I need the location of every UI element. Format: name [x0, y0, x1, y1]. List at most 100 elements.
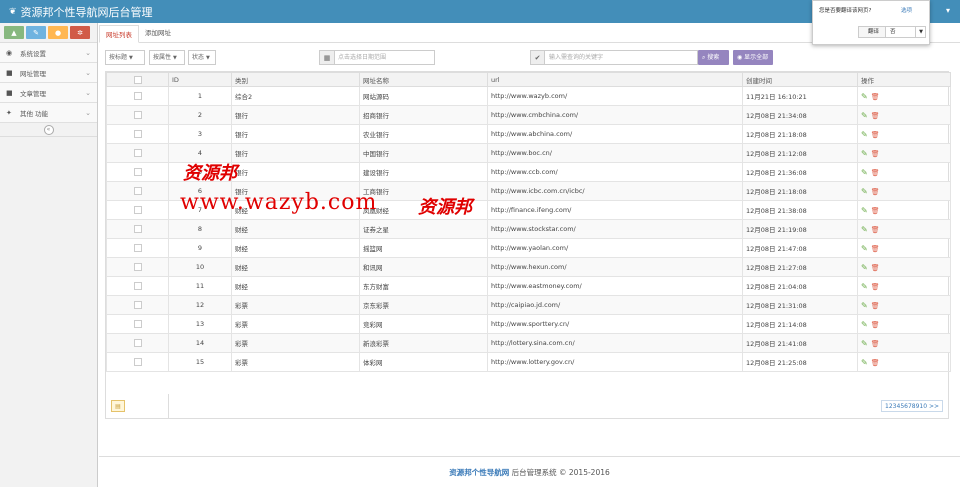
footer-site-name[interactable]: 资源邦个性导航网: [449, 468, 509, 477]
tab-url-list[interactable]: 网址列表: [99, 25, 139, 43]
edit-icon[interactable]: ✎: [861, 225, 868, 234]
trash-icon[interactable]: 🗑: [871, 226, 880, 234]
edit-icon[interactable]: ✎: [861, 282, 868, 291]
cell-created-time: 12月08日 21:38:08: [742, 200, 858, 220]
trash-icon[interactable]: 🗑: [871, 245, 880, 253]
cell-category: 彩票: [231, 295, 360, 315]
calendar-icon: ▦: [320, 51, 335, 64]
translate-options-link[interactable]: 选项: [901, 6, 912, 14]
trash-icon[interactable]: 🗑: [871, 283, 880, 291]
header-created-time[interactable]: 创建时间: [742, 72, 858, 87]
cell-site-name: 证券之星: [359, 219, 488, 239]
cogs-icon[interactable]: ✲: [70, 26, 90, 39]
cell-category: 综合2: [231, 86, 360, 106]
row-checkbox[interactable]: [106, 314, 169, 334]
batch-delete-icon[interactable]: ▤: [111, 400, 125, 412]
table-row: 13 彩票 竞彩网 http://www.sporttery.cn/12月08日 21…: [106, 314, 951, 334]
user-menu-caret[interactable]: ▾: [946, 6, 950, 15]
row-checkbox[interactable]: [106, 162, 169, 182]
row-checkbox[interactable]: [106, 219, 169, 239]
double-left-icon[interactable]: «: [43, 124, 54, 135]
trash-icon[interactable]: 🗑: [871, 340, 880, 348]
translate-no-select[interactable]: 否 ▼: [885, 26, 926, 38]
row-checkbox[interactable]: [106, 257, 169, 277]
row-checkbox[interactable]: [106, 238, 169, 258]
select-value: 状态: [192, 54, 205, 61]
row-checkbox[interactable]: [106, 352, 169, 372]
caret-down-icon: ▼: [129, 55, 133, 61]
trash-icon[interactable]: 🗑: [871, 169, 880, 177]
tab-add-url[interactable]: 添加网址: [139, 24, 177, 42]
pencil-icon[interactable]: ✎: [26, 26, 46, 39]
trash-icon[interactable]: 🗑: [871, 302, 880, 310]
search-button[interactable]: ⌕ 搜索: [698, 50, 729, 65]
cell-id: 14: [168, 333, 232, 353]
cell-url: http://www.lottery.gov.cn/: [487, 352, 743, 372]
title-select[interactable]: 按标题 ▼: [105, 50, 145, 65]
wrench-icon: ✦: [6, 108, 12, 117]
show-all-button[interactable]: ◉ 显示全部: [733, 50, 773, 65]
edit-icon[interactable]: ✎: [861, 263, 868, 272]
cell-site-name: 摇篮网: [359, 238, 488, 258]
table-row: 2 银行 招商银行 http://www.cmbchina.com/12月08日 21…: [106, 105, 951, 125]
edit-icon[interactable]: ✎: [861, 301, 868, 310]
header-url[interactable]: url: [487, 72, 743, 87]
header-id[interactable]: ID: [168, 72, 232, 87]
search-placeholder: 输入需查询的关键字: [549, 54, 604, 61]
trash-icon[interactable]: 🗑: [871, 264, 880, 272]
edit-icon[interactable]: ✎: [861, 358, 868, 367]
trash-icon[interactable]: 🗑: [871, 207, 880, 215]
sidebar-item-article-management[interactable]: ■ 文章管理 ⌄: [0, 83, 97, 103]
attribute-select[interactable]: 按属性 ▼: [149, 50, 185, 65]
header-category[interactable]: 类别: [231, 72, 360, 87]
date-range-input[interactable]: ▦ 点击选择日期范围: [319, 50, 435, 65]
cell-url: http://www.ccb.com/: [487, 162, 743, 182]
date-placeholder: 点击选择日期范围: [338, 54, 387, 61]
row-checkbox[interactable]: [106, 124, 169, 144]
trash-icon[interactable]: 🗑: [871, 188, 880, 196]
status-select[interactable]: 状态 ▼: [188, 50, 216, 65]
sidebar-item-other-features[interactable]: ✦ 其他 功能 ⌄: [0, 103, 97, 123]
filter-bar: 按标题 ▼ 按属性 ▼ 状态 ▼ ▦ 点击选择日期范围 ✔ 输入需查询的关键字 ⌕ 搜…: [105, 50, 960, 66]
edit-icon[interactable]: ✎: [861, 130, 868, 139]
keyword-search-input[interactable]: ✔ 输入需查询的关键字: [530, 50, 698, 65]
sidebar-item-system-settings[interactable]: ◉ 系统设置 ⌄: [0, 43, 97, 63]
row-checkbox[interactable]: [106, 276, 169, 296]
brand[interactable]: ❦ 资源邦个性导航网后台管理: [9, 4, 153, 20]
trash-icon[interactable]: 🗑: [871, 359, 880, 367]
row-checkbox[interactable]: [106, 333, 169, 353]
header-site-name[interactable]: 网址名称: [359, 72, 488, 87]
users-icon[interactable]: ●: [48, 26, 68, 39]
cell-id: 9: [168, 238, 232, 258]
chart-icon[interactable]: ▲: [4, 26, 24, 39]
edit-icon[interactable]: ✎: [861, 111, 868, 120]
sidebar-item-url-management[interactable]: ■ 网址管理 ⌄: [0, 63, 97, 83]
row-checkbox[interactable]: [106, 200, 169, 220]
row-checkbox[interactable]: [106, 181, 169, 201]
trash-icon[interactable]: 🗑: [871, 93, 880, 101]
edit-icon[interactable]: ✎: [861, 149, 868, 158]
trash-icon[interactable]: 🗑: [871, 150, 880, 158]
pagination[interactable]: 12345678910 >>: [881, 400, 943, 412]
cell-actions: ✎ 🗑: [857, 200, 951, 220]
row-checkbox[interactable]: [106, 86, 169, 106]
edit-icon[interactable]: ✎: [861, 206, 868, 215]
edit-icon[interactable]: ✎: [861, 168, 868, 177]
edit-icon[interactable]: ✎: [861, 244, 868, 253]
cell-category: 银行: [231, 181, 360, 201]
trash-icon[interactable]: 🗑: [871, 112, 880, 120]
row-checkbox[interactable]: [106, 295, 169, 315]
cell-url: http://www.eastmoney.com/: [487, 276, 743, 296]
edit-icon[interactable]: ✎: [861, 320, 868, 329]
cell-site-name: 建设银行: [359, 162, 488, 182]
edit-icon[interactable]: ✎: [861, 339, 868, 348]
sidebar-item-label: 网址管理: [20, 69, 46, 78]
edit-icon[interactable]: ✎: [861, 92, 868, 101]
row-checkbox[interactable]: [106, 143, 169, 163]
select-all-checkbox[interactable]: [106, 72, 169, 87]
row-checkbox[interactable]: [106, 105, 169, 125]
edit-icon[interactable]: ✎: [861, 187, 868, 196]
trash-icon[interactable]: 🗑: [871, 131, 880, 139]
trash-icon[interactable]: 🗑: [871, 321, 880, 329]
cell-created-time: 12月08日 21:31:08: [742, 295, 858, 315]
